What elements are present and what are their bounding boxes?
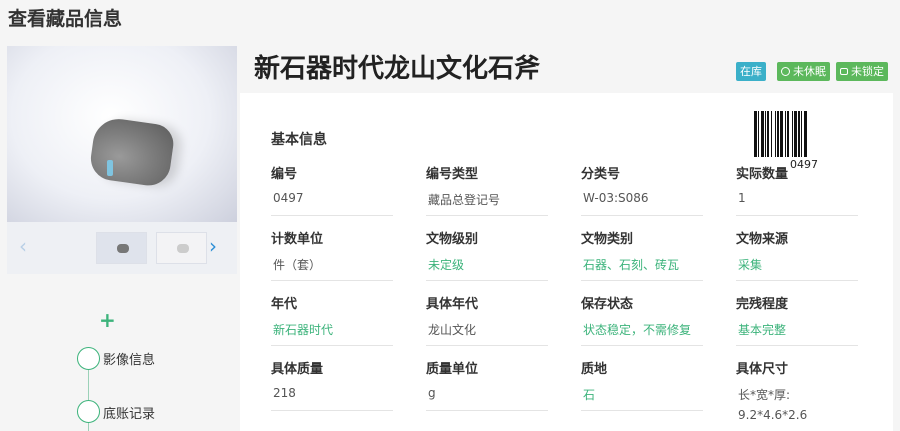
field-underline [271, 215, 393, 216]
field-label: 具体质量 [271, 362, 324, 377]
field-label: 实际数量 [736, 167, 789, 182]
plus-icon[interactable]: + [99, 310, 116, 330]
timeline-node [77, 347, 100, 370]
field-label: 编号类型 [426, 167, 479, 182]
field-underline [271, 410, 393, 411]
page-title: 查看藏品信息 [8, 8, 123, 30]
field-value: 龙山文化 [428, 323, 477, 337]
field-label: 年代 [271, 297, 298, 312]
field-underline [426, 410, 548, 411]
object-title: 新石器时代龙山文化石斧 [254, 54, 541, 84]
thumbnail-strip: ‹ › [7, 222, 237, 274]
field-label: 具体年代 [426, 297, 479, 312]
chevron-left-icon[interactable]: ‹ [19, 236, 27, 256]
field-value: g [428, 386, 436, 400]
field-underline [736, 215, 858, 216]
field-value: 未定级 [428, 258, 465, 272]
main-photo[interactable] [7, 46, 237, 222]
field-label: 编号 [271, 167, 298, 182]
status-badge-instock: 在库 [736, 62, 766, 81]
label-sticker [107, 160, 113, 176]
field-value: 基本完整 [738, 323, 787, 337]
barcode [754, 111, 858, 157]
field-value: 石 [583, 388, 596, 402]
field-underline [426, 280, 548, 281]
timeline-item-ledger[interactable]: 底账记录 [103, 403, 155, 422]
field-label: 文物级别 [426, 232, 479, 247]
timeline-item-image-info[interactable]: 影像信息 [103, 349, 155, 368]
section-title: 基本信息 [271, 132, 327, 148]
field-value: 1 [738, 191, 746, 205]
field-value: 长*宽*厚: [738, 388, 791, 402]
field-label: 保存状态 [581, 297, 634, 312]
stone-axe-image [88, 115, 176, 189]
status-badge-lock: 未锁定 [836, 62, 888, 81]
field-underline [426, 345, 548, 346]
field-value: 采集 [738, 258, 763, 272]
field-label: 计数单位 [271, 232, 324, 247]
field-label: 质地 [581, 362, 608, 377]
field-value: 0497 [273, 191, 304, 205]
field-underline [736, 280, 858, 281]
field-label: 文物类别 [581, 232, 634, 247]
timeline-node [77, 400, 100, 423]
field-value: W-03:S086 [583, 191, 649, 205]
field-label: 完残程度 [736, 297, 789, 312]
lock-icon [840, 68, 848, 75]
field-underline [581, 280, 703, 281]
field-value: 218 [273, 386, 296, 400]
thumbnail[interactable] [156, 232, 207, 264]
field-label: 质量单位 [426, 362, 479, 377]
status-badge-sleep: 未休眠 [777, 62, 830, 81]
barcode-bar [807, 111, 808, 157]
field-label: 文物来源 [736, 232, 789, 247]
field-label: 分类号 [581, 167, 621, 182]
chevron-right-icon[interactable]: › [209, 236, 217, 256]
field-value-line2: 9.2*4.6*2.6 [738, 408, 808, 422]
field-value: 新石器时代 [273, 323, 334, 337]
barcode-number: 0497 [790, 158, 818, 171]
field-label: 具体尺寸 [736, 362, 789, 377]
info-card: 基本信息 0497 编号 0497 编号类型藏品总登记号 分类号 W-03:S086 实际… [240, 93, 893, 431]
thumbnail[interactable] [96, 232, 147, 264]
field-underline [736, 345, 858, 346]
field-underline [581, 410, 703, 411]
field-value: 石器、石刻、砖瓦 [583, 258, 680, 272]
field-underline [581, 215, 703, 216]
field-underline [581, 345, 703, 346]
field-underline [426, 215, 548, 216]
field-underline [271, 280, 393, 281]
field-underline [271, 345, 393, 346]
field-value: 件（套） [273, 258, 322, 272]
field-value: 藏品总登记号 [428, 193, 501, 207]
field-value: 状态稳定，不需修复 [583, 323, 692, 337]
clock-icon [781, 67, 790, 76]
